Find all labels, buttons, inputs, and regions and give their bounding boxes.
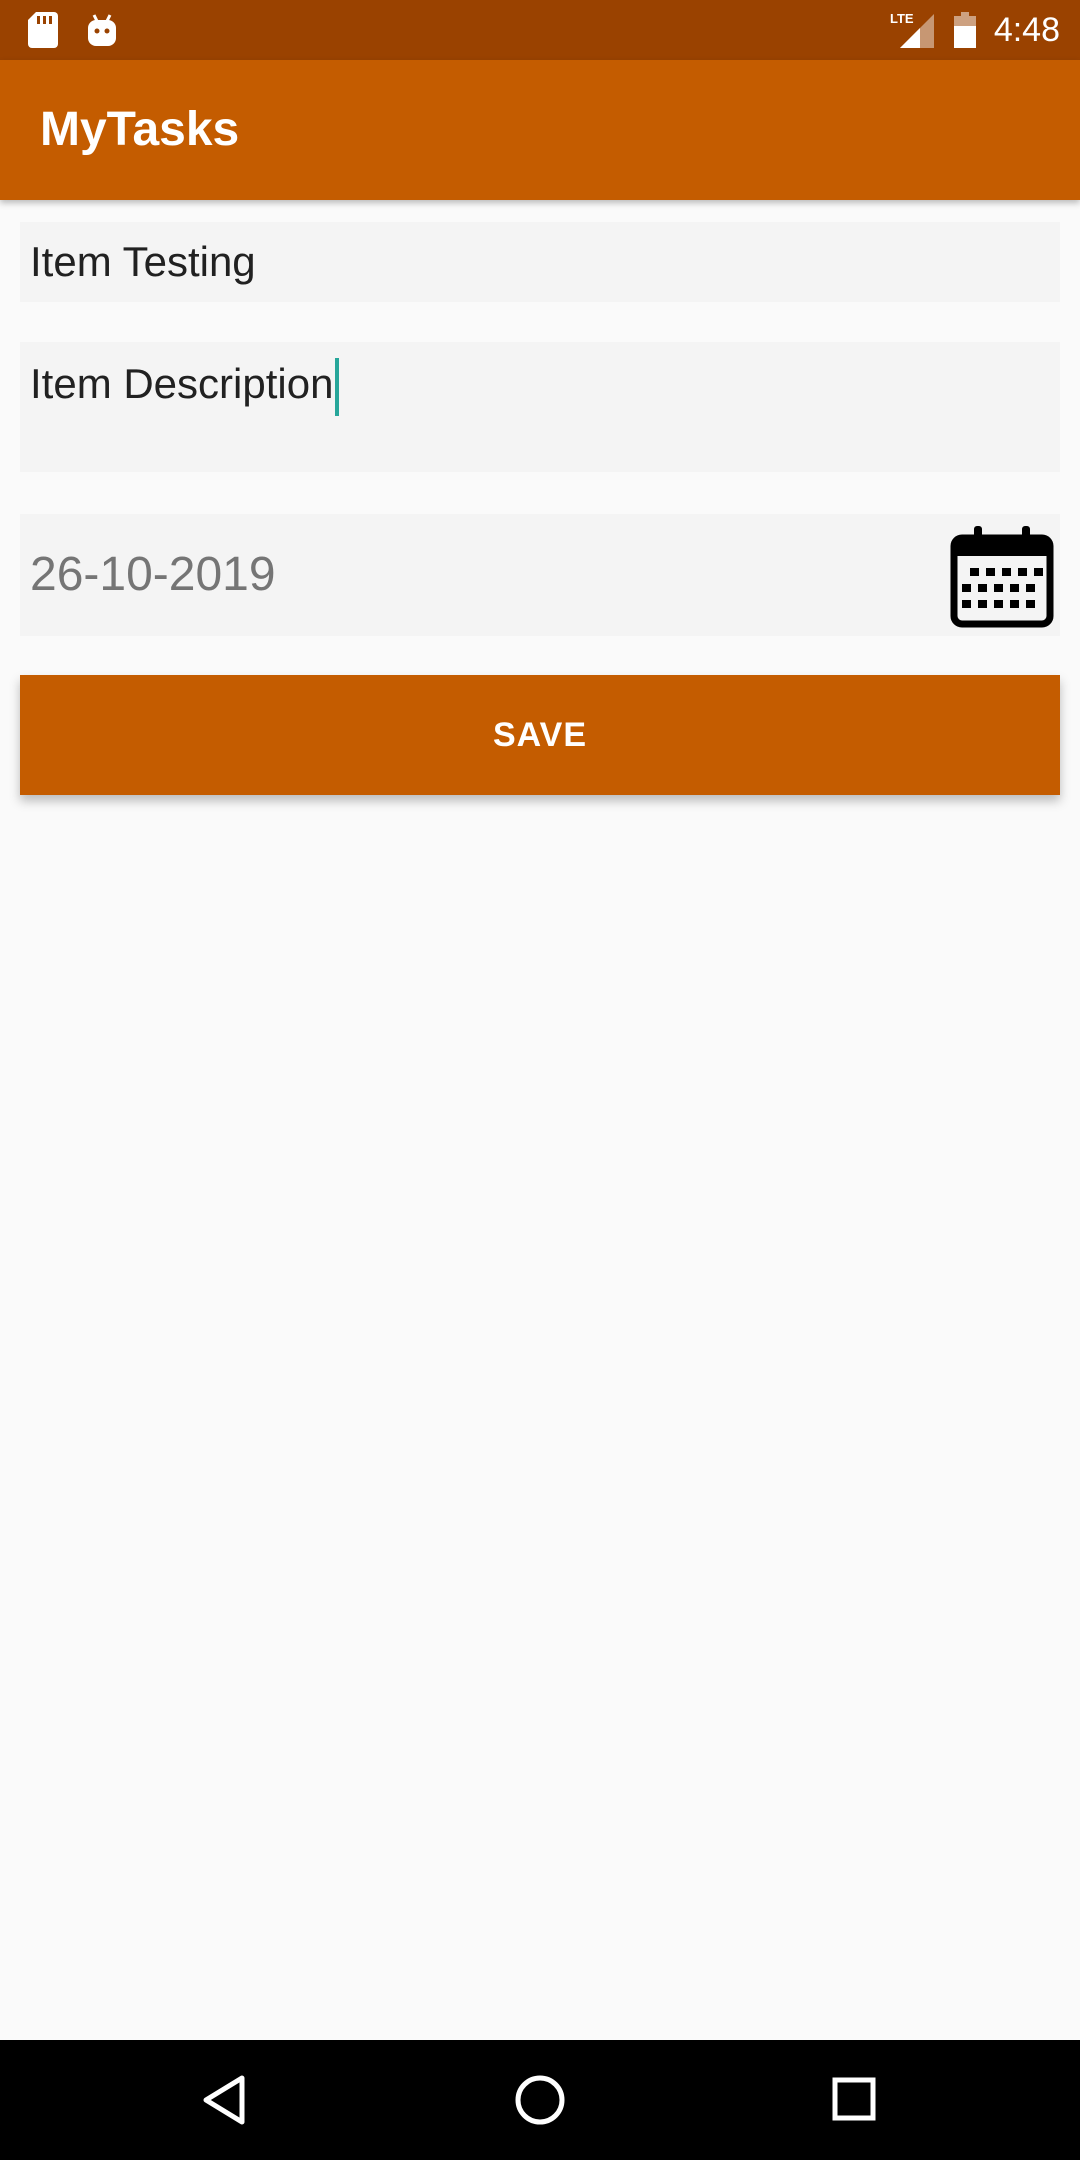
clock: 4:48 xyxy=(993,10,1060,49)
lte-signal-icon: LTE xyxy=(890,11,934,48)
battery-icon xyxy=(953,12,976,48)
status-bar: LTE 4:48 xyxy=(0,0,1080,60)
save-button[interactable]: SAVE xyxy=(20,675,1060,795)
task-description-text: Item Description xyxy=(30,360,334,407)
task-title-input[interactable]: Item Testing xyxy=(20,222,1060,302)
svg-text:LTE: LTE xyxy=(890,11,914,26)
notification-icons xyxy=(28,10,118,50)
back-icon[interactable] xyxy=(196,2070,256,2130)
home-icon[interactable] xyxy=(510,2070,570,2130)
task-description-input[interactable]: Item Description xyxy=(20,342,1060,472)
text-cursor xyxy=(335,357,340,416)
android-icon xyxy=(88,14,116,46)
calendar-icon[interactable] xyxy=(950,524,1054,628)
system-status: LTE 4:48 xyxy=(890,0,1060,60)
task-date-text: 26-10-2019 xyxy=(30,548,276,601)
task-title-text: Item Testing xyxy=(30,238,256,285)
recents-icon[interactable] xyxy=(825,2070,885,2130)
task-date-field[interactable]: 26-10-2019 xyxy=(20,514,1060,636)
navigation-bar xyxy=(0,2040,1080,2160)
app-title: MyTasks xyxy=(40,103,240,156)
app-bar: MyTasks xyxy=(0,60,1080,200)
sd-card-icon xyxy=(28,12,58,48)
